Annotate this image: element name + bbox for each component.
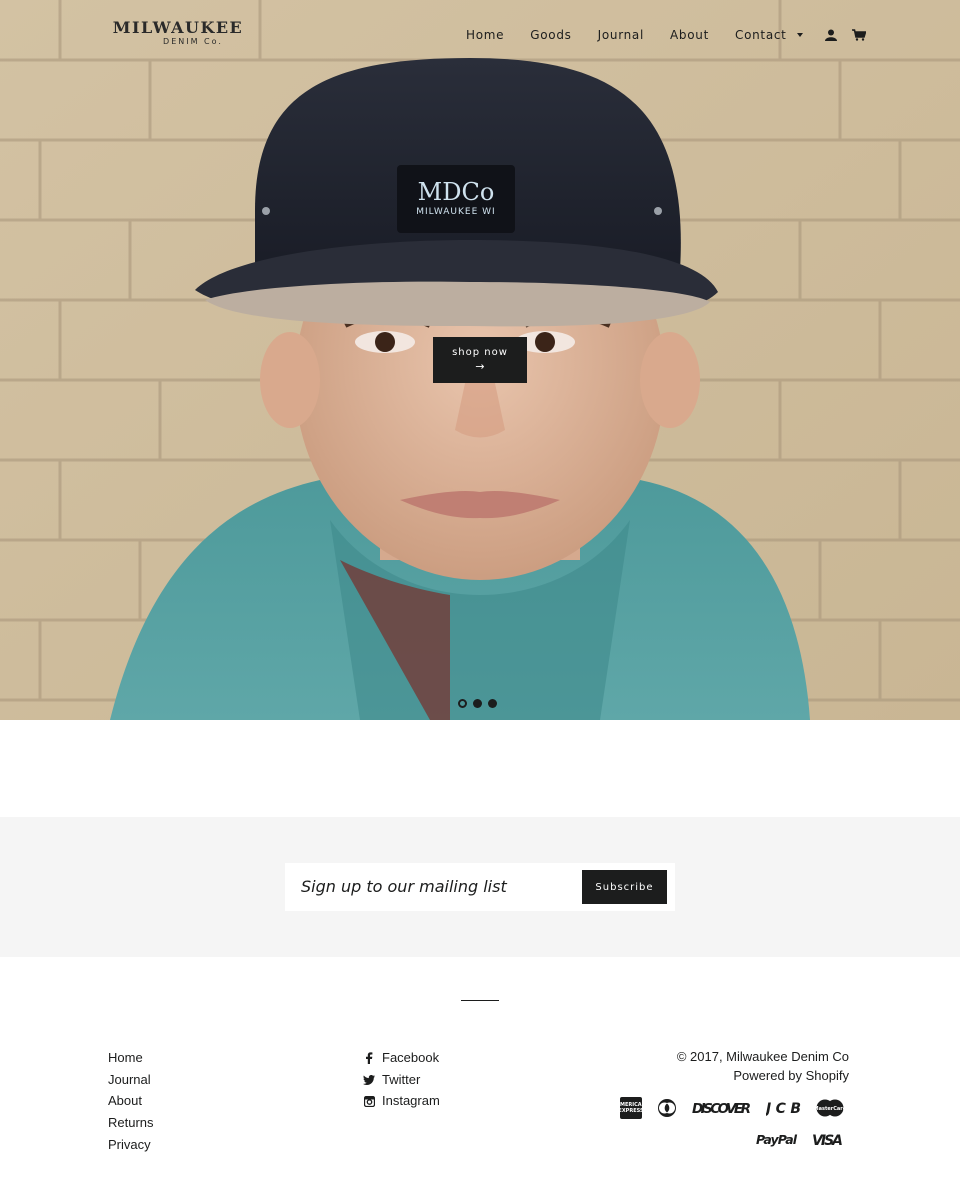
discover-icon: DISCOVER	[692, 1100, 752, 1116]
arrow-right-icon: →	[475, 360, 485, 373]
footer-link-about[interactable]: About	[108, 1090, 154, 1112]
newsletter-form: Subscribe	[285, 863, 675, 911]
payment-icons-row-2: PayPal VISA	[742, 1132, 844, 1148]
logo[interactable]: MILWAUKEE DENIM Co.	[108, 18, 248, 47]
newsletter-section: Subscribe	[0, 817, 960, 957]
visa-icon: VISA	[812, 1132, 844, 1148]
email-field[interactable]	[301, 873, 571, 899]
footer-divider	[461, 1000, 499, 1001]
slide-dot-2[interactable]	[473, 699, 482, 708]
payment-icons-row-1: AMERICANEXPRESS DISCOVER JCB MasterCard	[606, 1097, 844, 1119]
nav-contact-label: Contact	[735, 28, 787, 42]
logo-wordmark: MILWAUKEE	[112, 18, 244, 37]
copyright-text: © 2017, Milwaukee Denim Co	[676, 1049, 849, 1064]
chevron-down-icon	[796, 33, 803, 37]
powered-by-link[interactable]: Powered by Shopify	[677, 1066, 849, 1085]
nav-about[interactable]: About	[670, 28, 709, 42]
footer-link-home[interactable]: Home	[108, 1047, 154, 1069]
facebook-icon	[363, 1052, 375, 1064]
nav-home[interactable]: Home	[466, 28, 504, 42]
shop-now-button[interactable]: shop now →	[433, 337, 527, 383]
svg-text:PayPal: PayPal	[756, 1132, 798, 1147]
svg-text:VISA: VISA	[812, 1133, 843, 1148]
footer-social: Facebook Twitter Instagram	[363, 1047, 440, 1112]
footer-link-privacy[interactable]: Privacy	[108, 1134, 154, 1156]
nav-journal[interactable]: Journal	[598, 28, 644, 42]
svg-text:MDCo: MDCo	[418, 178, 495, 206]
footer-legal: © 2017, Milwaukee Denim Co Powered by Sh…	[677, 1047, 849, 1085]
social-facebook[interactable]: Facebook	[363, 1047, 440, 1069]
footer-link-returns[interactable]: Returns	[108, 1112, 154, 1134]
svg-text:DISCOVER: DISCOVER	[692, 1101, 751, 1116]
svg-text:EXPRESS: EXPRESS	[620, 1108, 642, 1114]
social-instagram-label: Instagram	[382, 1093, 440, 1109]
social-twitter[interactable]: Twitter	[363, 1069, 440, 1091]
social-instagram[interactable]: Instagram	[363, 1090, 440, 1112]
social-twitter-label: Twitter	[382, 1071, 421, 1087]
svg-text:MILWAUKEE WI: MILWAUKEE WI	[416, 207, 495, 217]
mastercard-icon: MasterCard	[816, 1099, 844, 1117]
slide-dot-1[interactable]	[458, 699, 467, 708]
amex-icon: AMERICANEXPRESS	[620, 1097, 642, 1119]
slide-dots	[458, 699, 503, 708]
hero-slideshow: MDCo MILWAUKEE WI MILWAUKEE DENIM Co. Ho…	[0, 0, 960, 720]
nav-goods[interactable]: Goods	[530, 28, 571, 42]
slide-dot-3[interactable]	[488, 699, 497, 708]
footer-link-journal[interactable]: Journal	[108, 1069, 154, 1091]
jcb-icon: JCB	[766, 1100, 802, 1116]
footer-links: Home Journal About Returns Privacy	[108, 1047, 154, 1156]
svg-text:MasterCard: MasterCard	[816, 1106, 844, 1112]
logo-subtitle: DENIM Co.	[163, 37, 223, 46]
main-nav: Home Goods Journal About Contact	[466, 26, 879, 44]
cart-icon[interactable]	[851, 27, 867, 43]
paypal-icon: PayPal	[756, 1132, 798, 1148]
subscribe-button[interactable]: Subscribe	[582, 870, 667, 904]
svg-text:JCB: JCB	[766, 1101, 801, 1116]
social-facebook-label: Facebook	[382, 1050, 440, 1065]
shop-now-label: shop now	[452, 347, 508, 358]
nav-contact[interactable]: Contact	[735, 28, 803, 42]
twitter-icon	[363, 1074, 375, 1086]
instagram-icon	[363, 1095, 375, 1107]
account-icon[interactable]	[823, 27, 839, 43]
diners-club-icon	[656, 1099, 678, 1117]
